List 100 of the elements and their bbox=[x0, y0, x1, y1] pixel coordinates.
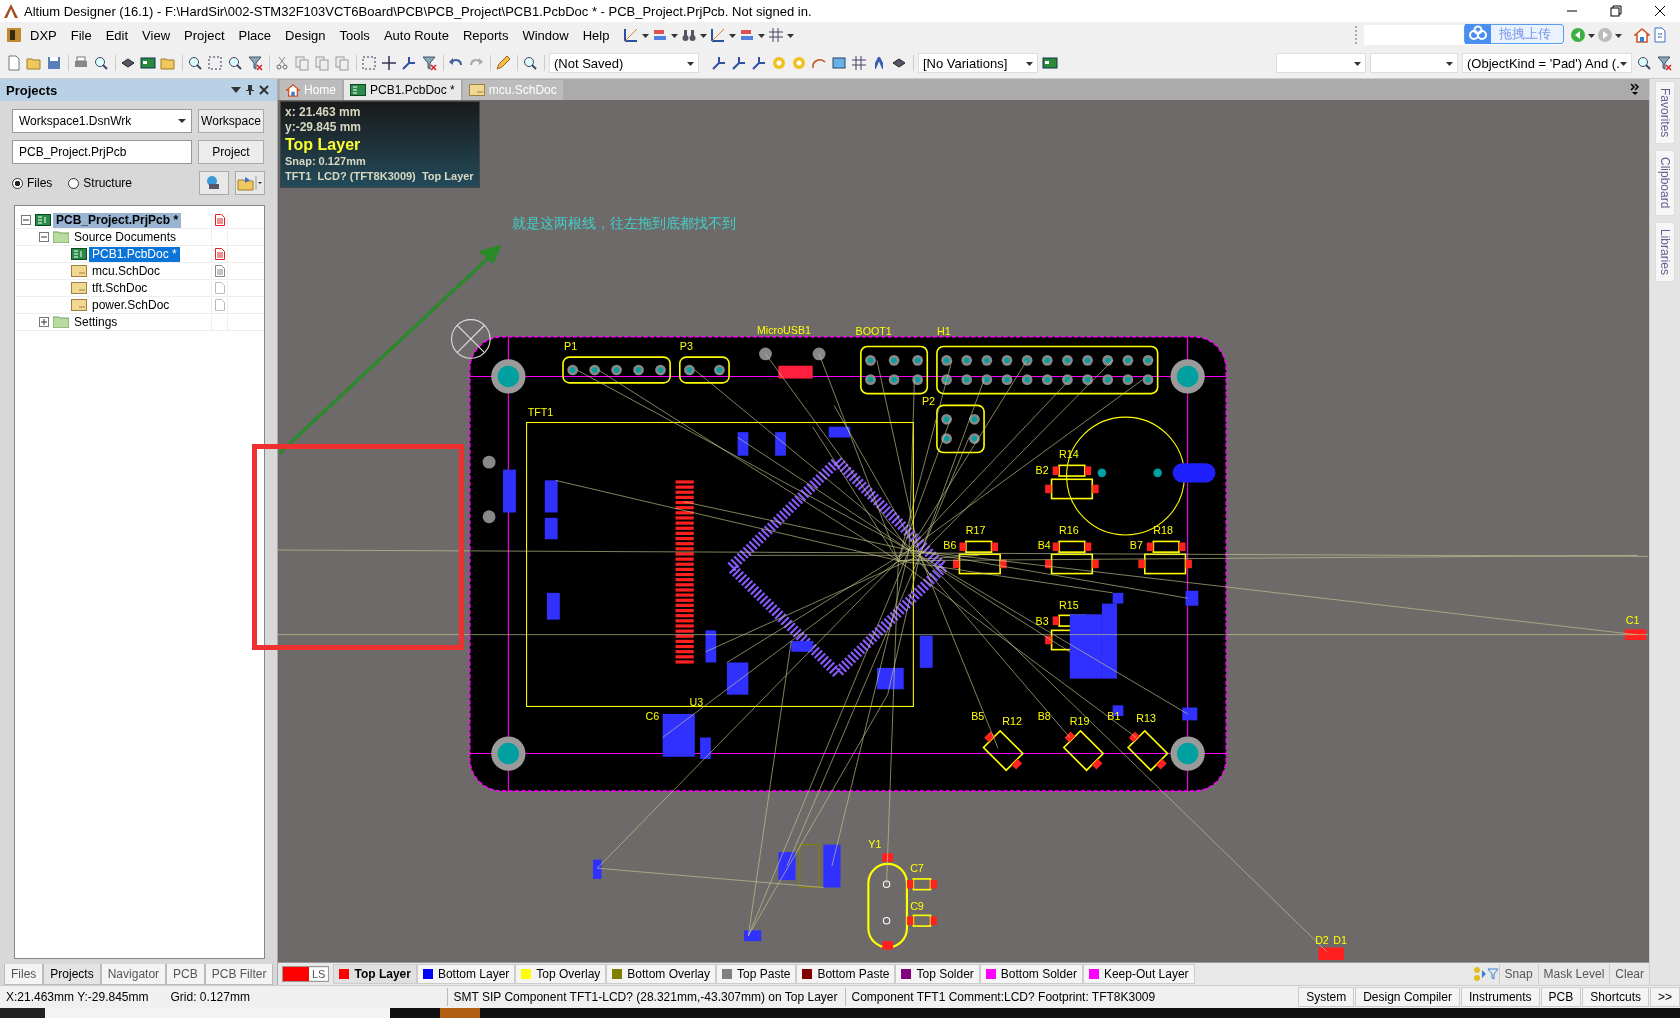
pencil-icon[interactable] bbox=[495, 55, 511, 71]
magnifier-icon[interactable] bbox=[187, 55, 203, 71]
document-refresh-icon[interactable] bbox=[1652, 27, 1668, 43]
layer-tab[interactable]: Keep-Out Layer bbox=[1082, 964, 1195, 984]
menu-item[interactable]: Reports bbox=[456, 24, 515, 46]
schematic-document-icon bbox=[71, 282, 87, 294]
layer-tab[interactable]: Top Solder bbox=[895, 964, 980, 984]
panel-tab[interactable]: PCB bbox=[166, 964, 205, 985]
menu-item[interactable]: Auto Route bbox=[377, 24, 455, 46]
ruler-icon[interactable] bbox=[710, 27, 727, 43]
menu-item[interactable]: Project bbox=[178, 24, 231, 46]
side-panel-tab[interactable]: Favorites bbox=[1655, 81, 1675, 145]
layer-tab[interactable]: Top Layer bbox=[333, 964, 417, 984]
side-panel-tab[interactable]: Libraries bbox=[1655, 221, 1675, 282]
document-tab[interactable]: PCB1.PcbDoc * bbox=[344, 80, 461, 100]
grid-icon[interactable] bbox=[851, 55, 867, 71]
view-radio[interactable]: Structure bbox=[68, 176, 133, 190]
panel-tab[interactable]: PCB Filter bbox=[204, 964, 274, 985]
layer-tab[interactable]: Top Paste bbox=[716, 964, 797, 984]
tree-item[interactable]: Settings bbox=[71, 314, 121, 330]
collapse-icon[interactable] bbox=[21, 215, 31, 225]
panel-button[interactable]: >> bbox=[1650, 987, 1680, 1007]
close-icon[interactable] bbox=[1654, 5, 1666, 17]
menu-item[interactable]: Design bbox=[279, 24, 332, 46]
dxp-logo-icon[interactable] bbox=[6, 27, 22, 43]
menu-item[interactable]: Window bbox=[516, 24, 575, 46]
menu-item[interactable]: DXP bbox=[24, 24, 63, 46]
scissors-icon[interactable] bbox=[274, 55, 290, 71]
board-icon[interactable] bbox=[140, 55, 156, 71]
document-state-dropdown[interactable]: (Not Saved) bbox=[549, 53, 699, 73]
fill-rectangle-icon[interactable] bbox=[831, 55, 847, 71]
home-icon[interactable] bbox=[1634, 27, 1650, 43]
magnifier-icon[interactable] bbox=[1636, 55, 1652, 71]
tree-item[interactable]: tft.SchDoc bbox=[89, 280, 151, 296]
magnifier-icon[interactable] bbox=[522, 55, 538, 71]
designator-label: R17 bbox=[965, 523, 986, 536]
component-text: Component TFT1 Comment:LCD? Footprint: TFT8K3009 bbox=[850, 990, 1157, 1004]
menu-item[interactable]: Help bbox=[576, 24, 616, 46]
panel-tab[interactable]: Navigator bbox=[100, 964, 167, 985]
magnifier-icon[interactable] bbox=[93, 55, 109, 71]
menu-item[interactable]: File bbox=[64, 24, 98, 46]
collapse-icon[interactable] bbox=[39, 232, 49, 242]
route-icon[interactable] bbox=[731, 55, 747, 71]
panel-button[interactable]: PCB bbox=[1540, 987, 1582, 1007]
panel-button[interactable]: System bbox=[1298, 987, 1355, 1007]
tree-item[interactable]: Source Documents bbox=[71, 229, 180, 245]
board-icon[interactable] bbox=[1042, 55, 1058, 71]
layer-filter-icon[interactable] bbox=[1472, 966, 1499, 982]
view-radio[interactable]: Files bbox=[12, 176, 53, 190]
layer-tab[interactable]: Bottom Overlay bbox=[606, 964, 717, 984]
workspace-button[interactable]: Workspace bbox=[198, 109, 264, 133]
tree-item[interactable]: power.SchDoc bbox=[89, 297, 173, 313]
panel-button[interactable]: Instruments bbox=[1460, 987, 1540, 1007]
menu-item[interactable]: Place bbox=[232, 24, 278, 46]
filter-icon[interactable] bbox=[421, 55, 437, 71]
menu-item[interactable]: Tools bbox=[333, 24, 376, 46]
restore-icon[interactable] bbox=[1610, 5, 1622, 17]
tree-item[interactable]: PCB_Project.PrjPcb * bbox=[53, 212, 182, 228]
menu-item[interactable]: Edit bbox=[99, 24, 135, 46]
new-document-icon[interactable] bbox=[6, 55, 22, 71]
panel-button[interactable]: Shortcuts bbox=[1582, 987, 1649, 1007]
layer-tab[interactable]: Bottom Solder bbox=[979, 964, 1083, 984]
layer-tab[interactable]: Bottom Paste bbox=[796, 964, 896, 984]
designator-label: H1 bbox=[936, 324, 951, 337]
expand-icon[interactable] bbox=[39, 317, 49, 327]
pin-icon[interactable] bbox=[243, 84, 257, 96]
route-icon[interactable] bbox=[711, 55, 727, 71]
filter-icon[interactable] bbox=[1656, 55, 1672, 71]
magnifier-icon[interactable] bbox=[227, 55, 243, 71]
grid-icon[interactable] bbox=[768, 27, 785, 43]
selection-icon[interactable] bbox=[361, 55, 377, 71]
layer-tab[interactable]: Top Overlay bbox=[515, 964, 607, 984]
open-folder-button[interactable] bbox=[235, 171, 265, 195]
project-field[interactable]: PCB_Project.PrjPcb bbox=[12, 140, 192, 164]
close-icon[interactable] bbox=[257, 84, 271, 96]
route-icon[interactable] bbox=[751, 55, 767, 71]
home-icon[interactable] bbox=[286, 83, 300, 97]
menu-item[interactable]: View bbox=[136, 24, 177, 46]
binoculars-icon[interactable] bbox=[681, 27, 698, 43]
compile-button[interactable] bbox=[199, 171, 229, 195]
variations-dropdown[interactable]: [No Variations] bbox=[918, 53, 1038, 73]
filter-field[interactable]: (ObjectKind = 'Pad') And (. bbox=[1462, 53, 1632, 73]
panel-tab[interactable]: Projects bbox=[43, 964, 101, 985]
tree-item[interactable]: mcu.SchDoc bbox=[89, 263, 164, 279]
tree-item[interactable]: PCB1.PcbDoc * bbox=[89, 246, 180, 262]
move-icon[interactable] bbox=[381, 55, 397, 71]
panel-title: Projects bbox=[6, 82, 59, 98]
project-button[interactable]: Project bbox=[198, 140, 264, 164]
workspace-dropdown[interactable]: Workspace1.DsnWrk bbox=[12, 109, 192, 133]
side-panel-tab[interactable]: Clipboard bbox=[1655, 150, 1675, 216]
panel-button[interactable]: Design Compiler bbox=[1355, 987, 1460, 1007]
layer-tab[interactable]: Bottom Layer bbox=[416, 964, 516, 984]
filter-icon[interactable] bbox=[247, 55, 263, 71]
route-icon[interactable] bbox=[401, 55, 417, 71]
more-tabs-icon[interactable] bbox=[1629, 82, 1641, 96]
current-layer-swatch[interactable]: LS bbox=[282, 966, 330, 982]
ruler-icon[interactable] bbox=[623, 27, 640, 43]
designator-label: R13 bbox=[1136, 712, 1156, 725]
save-icon[interactable] bbox=[46, 55, 62, 71]
panel-tab[interactable]: Files bbox=[4, 964, 44, 985]
